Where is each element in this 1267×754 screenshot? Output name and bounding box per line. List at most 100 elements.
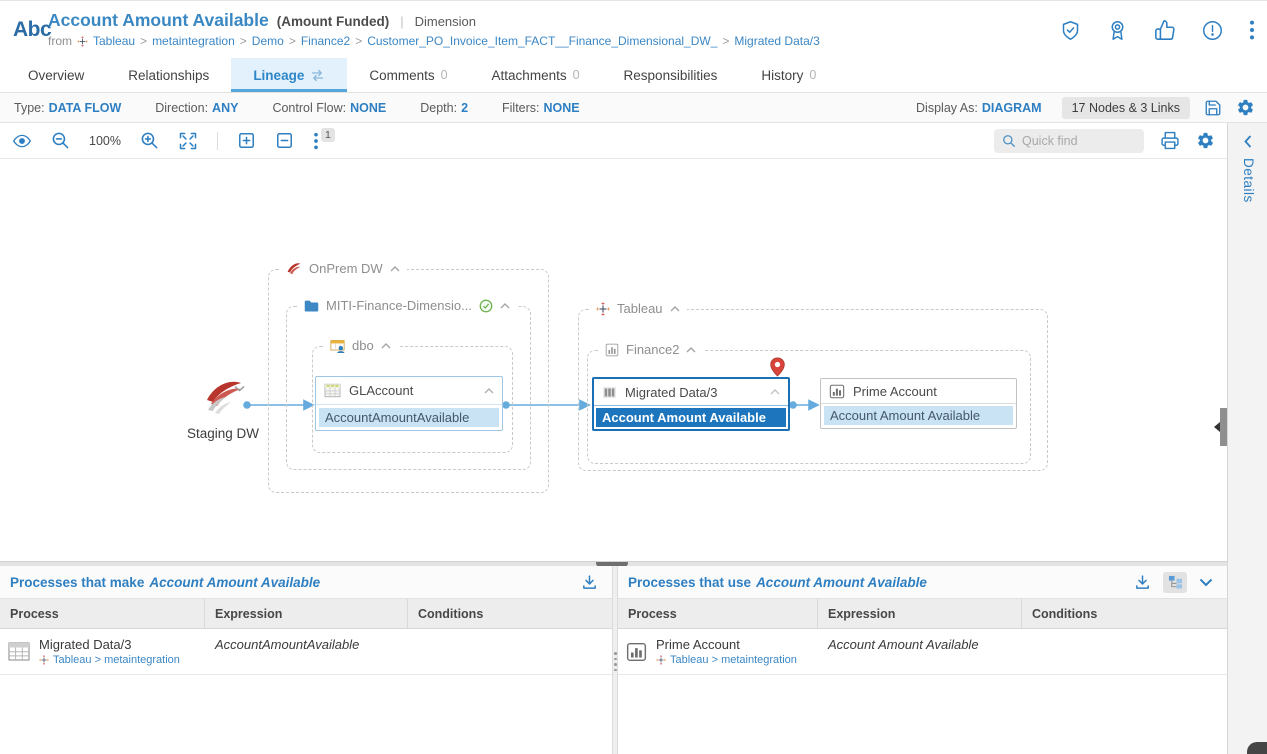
lineage-settings-bar: Type:DATA FLOW Direction:ANY Control Flo… xyxy=(0,93,1267,123)
overflow-count-badge: 1 xyxy=(321,128,335,142)
toolbar-overflow-menu[interactable]: 1 xyxy=(313,131,335,151)
report-chart-icon xyxy=(829,384,845,399)
tab-overview[interactable]: Overview xyxy=(6,58,106,92)
tree-view-toggle[interactable] xyxy=(1163,572,1187,593)
panel-use-column-headers: Process Expression Conditions xyxy=(618,599,1227,629)
history-count: 0 xyxy=(809,68,816,82)
vertical-splitter[interactable] xyxy=(612,566,618,754)
bars-icon xyxy=(602,386,617,399)
nodes-links-badge: 17 Nodes & 3 Links xyxy=(1062,97,1190,119)
report-chart-icon xyxy=(626,642,647,662)
column-process[interactable]: Process xyxy=(618,599,818,628)
lineage-canvas[interactable]: Staging DW OnPrem DW MITI-Finance-Dimens… xyxy=(0,159,1227,561)
breadcrumb-item-fact[interactable]: Customer_PO_Invoice_Item_FACT__Finance_D… xyxy=(367,34,717,48)
attribute-account-amount-available-selected[interactable]: Account Amount Available xyxy=(596,408,786,427)
attribute-accountamountavailable[interactable]: AccountAmountAvailable xyxy=(319,408,499,427)
breadcrumb-item-demo[interactable]: Demo xyxy=(252,34,284,48)
splitter-dots-handle[interactable] xyxy=(614,652,617,671)
alert-circle-icon[interactable] xyxy=(1202,20,1223,41)
tab-lineage[interactable]: Lineage xyxy=(231,58,347,92)
chevron-up-icon[interactable] xyxy=(770,389,780,395)
tab-relationships[interactable]: Relationships xyxy=(106,58,231,92)
certification-ribbon-icon[interactable] xyxy=(1107,20,1128,41)
container-dbo-header[interactable]: dbo xyxy=(323,338,398,353)
details-panel-label[interactable]: Details xyxy=(1241,158,1256,203)
diagram-settings-gear-icon[interactable] xyxy=(1196,131,1215,150)
quick-find-input[interactable] xyxy=(1022,134,1132,148)
zoom-out-icon[interactable] xyxy=(51,131,70,150)
column-expression[interactable]: Expression xyxy=(818,599,1022,628)
process-name[interactable]: Migrated Data/3 xyxy=(39,637,180,652)
chevron-up-icon[interactable] xyxy=(686,347,696,353)
workbook-chart-icon xyxy=(605,343,619,357)
filter-direction[interactable]: Direction:ANY xyxy=(155,101,238,115)
breadcrumb-item-tableau[interactable]: Tableau xyxy=(93,34,135,48)
staging-chevron-down-icon[interactable] xyxy=(234,385,245,392)
display-as-selector[interactable]: Display As:DIAGRAM xyxy=(916,101,1042,115)
tab-history[interactable]: History0 xyxy=(739,58,838,92)
thumbs-up-icon[interactable] xyxy=(1154,19,1176,41)
quick-find-box[interactable] xyxy=(994,129,1144,153)
container-dbo-label: dbo xyxy=(352,338,374,353)
node-prime-account[interactable]: Prime Account Account Amount Available xyxy=(820,378,1017,429)
attachments-count: 0 xyxy=(573,68,580,82)
breadcrumb-item-finance2[interactable]: Finance2 xyxy=(301,34,350,48)
collapse-panel-chevron-icon[interactable] xyxy=(1199,578,1213,587)
collapse-all-icon[interactable] xyxy=(275,131,294,150)
chevron-up-icon[interactable] xyxy=(500,303,510,309)
tableau-icon xyxy=(39,655,49,665)
breadcrumb-item-metaintegration[interactable]: metaintegration xyxy=(152,34,235,48)
location-pin-icon xyxy=(770,357,785,377)
save-layout-icon[interactable] xyxy=(1204,99,1222,117)
tab-attachments[interactable]: Attachments0 xyxy=(470,58,602,92)
print-icon[interactable] xyxy=(1160,131,1180,150)
process-path[interactable]: Tableau > metaintegration xyxy=(39,654,180,666)
filter-control-flow[interactable]: Control Flow:NONE xyxy=(272,101,386,115)
chevron-up-icon[interactable] xyxy=(484,388,494,394)
details-panel-collapsed[interactable]: Details xyxy=(1227,123,1267,754)
tab-comments[interactable]: Comments0 xyxy=(347,58,469,92)
breadcrumb-from-label: from xyxy=(48,34,72,48)
zoom-in-icon[interactable] xyxy=(140,131,159,150)
chevron-up-icon[interactable] xyxy=(670,306,680,312)
chevron-left-icon[interactable] xyxy=(1244,135,1252,148)
column-conditions[interactable]: Conditions xyxy=(1022,599,1227,628)
kebab-menu-icon[interactable] xyxy=(1249,19,1255,41)
filter-filters[interactable]: Filters:NONE xyxy=(502,101,580,115)
tab-responsibilities[interactable]: Responsibilities xyxy=(602,58,740,92)
panel-use-title: Processes that useAccount Amount Availab… xyxy=(628,575,927,590)
column-expression[interactable]: Expression xyxy=(205,599,408,628)
node-staging-dw[interactable]: Staging DW xyxy=(168,377,278,441)
process-name[interactable]: Prime Account xyxy=(656,637,797,652)
filter-type[interactable]: Type:DATA FLOW xyxy=(14,101,121,115)
node-glaccount[interactable]: GLAccount AccountAmountAvailable xyxy=(315,376,503,431)
zoom-level[interactable]: 100% xyxy=(89,134,121,148)
container-finance2-header[interactable]: Finance2 xyxy=(598,342,703,357)
process-path[interactable]: Tableau > metaintegration xyxy=(656,654,797,666)
column-process[interactable]: Process xyxy=(0,599,205,628)
expand-all-icon[interactable] xyxy=(237,131,256,150)
chevron-up-icon[interactable] xyxy=(381,343,391,349)
fit-to-screen-icon[interactable] xyxy=(178,131,198,151)
container-miti-header[interactable]: MITI-Finance-Dimensio... xyxy=(297,298,517,313)
resize-corner-grip[interactable] xyxy=(1247,742,1267,754)
download-icon[interactable] xyxy=(1134,574,1151,591)
lineage-settings-gear-icon[interactable] xyxy=(1236,98,1255,117)
shield-check-icon[interactable] xyxy=(1060,20,1081,41)
node-migrated-data[interactable]: Migrated Data/3 Account Amount Available xyxy=(592,377,790,431)
canvas-scrollbar-thumb[interactable] xyxy=(1220,408,1227,446)
visibility-eye-icon[interactable] xyxy=(12,132,32,150)
table-row[interactable]: Prime Account Tableau > metaintegration … xyxy=(618,629,1227,675)
download-icon[interactable] xyxy=(581,574,598,591)
chevron-up-icon[interactable] xyxy=(390,266,400,272)
node-prime-account-title: Prime Account xyxy=(853,384,937,399)
container-miti-label: MITI-Finance-Dimensio... xyxy=(326,298,472,313)
table-row[interactable]: Migrated Data/3 Tableau > metaintegratio… xyxy=(0,629,612,675)
filter-depth[interactable]: Depth:2 xyxy=(420,101,468,115)
column-conditions[interactable]: Conditions xyxy=(408,599,612,628)
attribute-account-amount-available[interactable]: Account Amount Available xyxy=(824,406,1013,425)
container-tableau-header[interactable]: Tableau xyxy=(589,301,687,316)
panel-make-title: Processes that makeAccount Amount Availa… xyxy=(10,575,320,590)
container-onprem-dw-header[interactable]: OnPrem DW xyxy=(279,261,407,276)
breadcrumb-item-migrated-data[interactable]: Migrated Data/3 xyxy=(734,34,819,48)
